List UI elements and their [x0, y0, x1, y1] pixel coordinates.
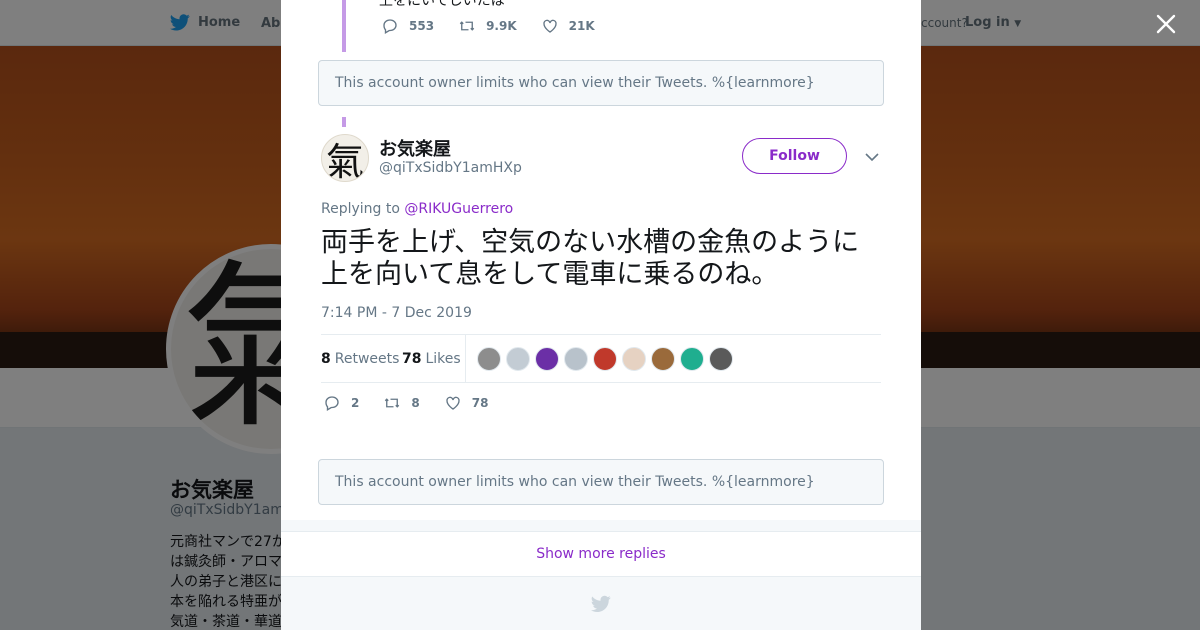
- liker-avatar[interactable]: [651, 347, 675, 371]
- replying-to-link[interactable]: @RIKUGuerrero: [404, 201, 513, 217]
- prev-like-count: 21K: [568, 19, 595, 33]
- reply-count: 2: [351, 396, 360, 410]
- thread-line: [342, 0, 346, 52]
- liker-avatars: [477, 347, 733, 371]
- liker-avatar[interactable]: [564, 347, 588, 371]
- retweet-count: 8: [411, 396, 420, 410]
- reply-icon: [383, 19, 397, 34]
- liker-avatar[interactable]: [506, 347, 530, 371]
- prev-retweet-button[interactable]: 9.9K: [458, 17, 517, 35]
- tweet-text: 両手を上げ、空気のない水槽の金魚のように 上を向いて息をして電車に乗るのね。: [321, 227, 891, 291]
- restricted-notice: This account owner limits who can view t…: [318, 60, 884, 106]
- close-icon[interactable]: [1152, 10, 1180, 38]
- retweet-stat-label: Retweets: [334, 351, 400, 367]
- replying-prefix: Replying to: [321, 201, 400, 217]
- heart-icon: [542, 19, 557, 33]
- tweet-avatar-glyph: 氣: [325, 139, 364, 182]
- prev-like-button[interactable]: 21K: [541, 17, 595, 35]
- retweet-button[interactable]: 8: [383, 394, 420, 412]
- tweet-avatar[interactable]: 氣: [321, 134, 369, 182]
- tweet-text-line: 両手を上げ、空気のない水槽の金魚のように: [321, 227, 860, 258]
- liker-avatar[interactable]: [680, 347, 704, 371]
- prev-tweet-actions: 553 9.9K 21K: [381, 17, 619, 35]
- prev-tweet-text: 上をにいてしいたは: [379, 0, 505, 9]
- liker-avatar[interactable]: [477, 347, 501, 371]
- twitter-bird-icon: [591, 595, 611, 612]
- tweet-text-line: 上を向いて息をして電車に乗るのね。: [321, 259, 779, 290]
- tweet-stats: 8 Retweets 78 Likes: [321, 334, 881, 383]
- restricted-notice: This account owner limits who can view t…: [318, 459, 884, 505]
- tweet-modal: 上をにいてしいたは 553 9.9K 21K This account owne…: [281, 0, 921, 630]
- retweet-stat-count: 8: [321, 351, 331, 367]
- retweet-icon: [385, 398, 400, 408]
- retweet-stat[interactable]: 8 Retweets: [321, 351, 399, 367]
- liker-avatar[interactable]: [593, 347, 617, 371]
- modal-footer: [281, 577, 921, 630]
- reply-icon: [325, 396, 339, 411]
- liker-avatar[interactable]: [709, 347, 733, 371]
- like-stat[interactable]: 78 Likes: [402, 351, 461, 367]
- tweet-actions: 2 8 78: [323, 394, 512, 412]
- tweet-author-handle[interactable]: @qiTxSidbY1amHXp: [379, 160, 522, 176]
- stats-divider: [465, 335, 466, 383]
- heart-icon: [446, 396, 460, 410]
- show-more-replies-button[interactable]: Show more replies: [281, 531, 921, 577]
- like-button[interactable]: 78: [444, 394, 489, 412]
- prev-reply-count: 553: [409, 19, 435, 33]
- retweet-icon: [459, 21, 475, 31]
- liker-avatar[interactable]: [622, 347, 646, 371]
- like-stat-count: 78: [402, 351, 422, 367]
- reply-button[interactable]: 2: [323, 394, 359, 412]
- thread-line: [342, 117, 346, 127]
- section-gap: [281, 520, 921, 531]
- follow-button[interactable]: Follow: [742, 138, 847, 174]
- like-count: 78: [471, 396, 489, 410]
- liker-avatar[interactable]: [535, 347, 559, 371]
- tweet-author-name[interactable]: お気楽屋: [379, 135, 451, 161]
- prev-retweet-count: 9.9K: [486, 19, 517, 33]
- chevron-down-icon[interactable]: [865, 150, 879, 164]
- tweet-timestamp[interactable]: 7:14 PM - 7 Dec 2019: [321, 305, 472, 321]
- prev-reply-button[interactable]: 553: [381, 17, 434, 35]
- replying-to: Replying to @RIKUGuerrero: [321, 201, 513, 217]
- like-stat-label: Likes: [425, 351, 461, 367]
